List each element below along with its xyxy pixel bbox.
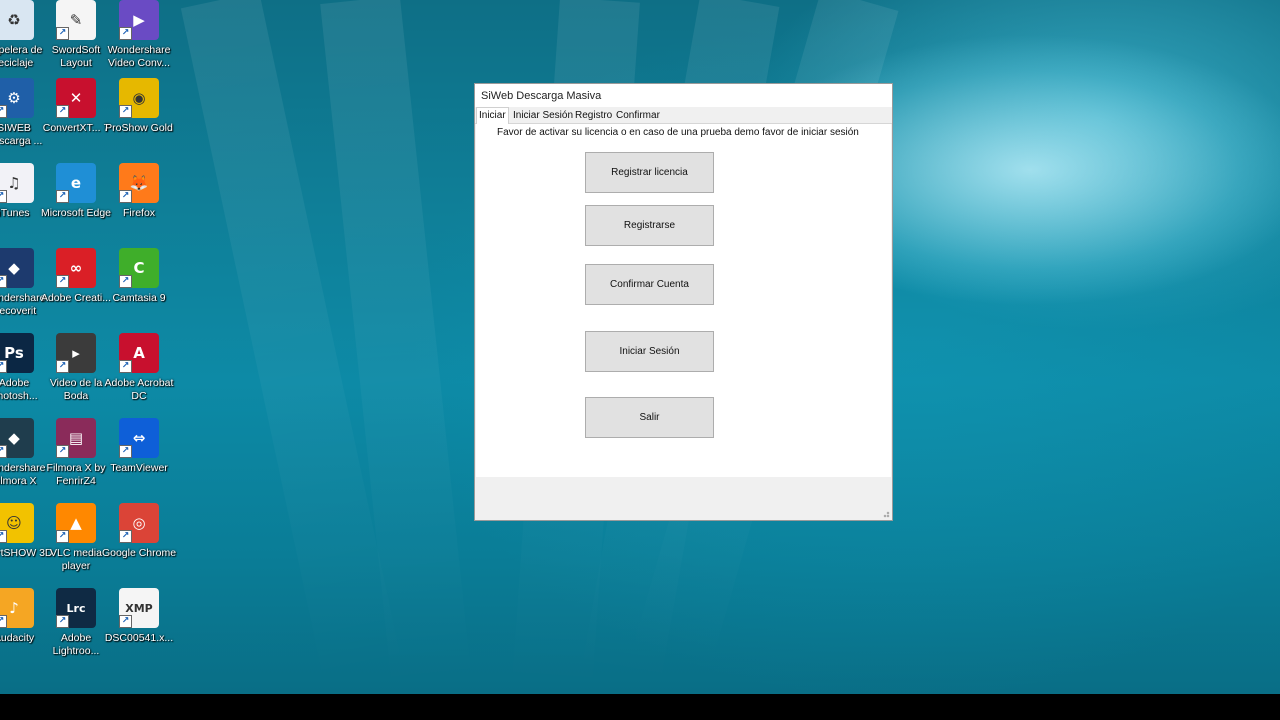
shortcut-arrow-icon: ↗ xyxy=(119,615,132,628)
desktop-icon[interactable]: A ↗ Adobe Acrobat DC xyxy=(100,333,178,402)
shortcut-arrow-icon: ↗ xyxy=(56,445,69,458)
wondershare-filmora-icon: ◆ ↗ xyxy=(0,418,34,458)
shortcut-arrow-icon: ↗ xyxy=(0,275,7,288)
shortcut-arrow-icon: ↗ xyxy=(119,530,132,543)
shortcut-arrow-icon: ↗ xyxy=(119,275,132,288)
recycle-bin-icon: ♻ xyxy=(0,0,34,40)
tab-panel-iniciar: Favor de activar su licencia o en caso d… xyxy=(476,124,891,477)
desktop-icon-label: TeamViewer xyxy=(110,462,168,474)
shortcut-arrow-icon: ↗ xyxy=(56,190,69,203)
desktop-icon[interactable]: ◉ ↗ ProShow Gold xyxy=(100,78,178,135)
winrar-archive-icon: ▤ ↗ xyxy=(56,418,96,458)
desktop-icon[interactable]: ▶ ↗ Wondershare Video Conv... xyxy=(100,0,178,69)
vlc-icon: ▲ ↗ xyxy=(56,503,96,543)
wondershare-video-converter-icon: ▶ ↗ xyxy=(119,0,159,40)
desktop-icon-label: DSC00541.x... xyxy=(104,632,174,644)
desktop-icon-label: Firefox xyxy=(122,207,156,219)
tab-iniciar-sesion[interactable]: Iniciar Sesión xyxy=(511,109,575,123)
registrar-licencia-button[interactable]: Registrar licencia xyxy=(585,152,714,193)
desktop-icon[interactable]: 🦊 ↗ Firefox xyxy=(100,163,178,220)
shortcut-arrow-icon: ↗ xyxy=(0,530,7,543)
itunes-icon: ♫ ↗ xyxy=(0,163,34,203)
adobe-photoshop-icon: Ps ↗ xyxy=(0,333,34,373)
proshow-gold-icon: ◉ ↗ xyxy=(119,78,159,118)
siweb-window: SiWeb Descarga Masiva Iniciar Iniciar Se… xyxy=(474,83,893,521)
adobe-creative-cloud-icon: ∞ ↗ xyxy=(56,248,96,288)
teamviewer-icon: ⇔ ↗ xyxy=(119,418,159,458)
shortcut-arrow-icon: ↗ xyxy=(119,105,132,118)
tab-registro[interactable]: Registro xyxy=(573,109,614,123)
window-titlebar[interactable]: SiWeb Descarga Masiva xyxy=(475,84,892,107)
desktop-icon[interactable]: ⇔ ↗ TeamViewer xyxy=(100,418,178,475)
shortcut-arrow-icon: ↗ xyxy=(0,615,7,628)
microsoft-edge-icon: e ↗ xyxy=(56,163,96,203)
resize-grip[interactable] xyxy=(882,510,890,518)
xmp-file-icon: XMP ↗ xyxy=(119,588,159,628)
audacity-icon: ♪ ↗ xyxy=(0,588,34,628)
desktop-icon-label: Camtasia 9 xyxy=(112,292,166,304)
window-title: SiWeb Descarga Masiva xyxy=(481,89,602,102)
adobe-acrobat-icon: A ↗ xyxy=(119,333,159,373)
desktop-icon[interactable]: ◎ ↗ Google Chrome xyxy=(100,503,178,560)
smartshow-3d-icon: ☺ ↗ xyxy=(0,503,34,543)
desktop-icon-label: Wondershare Video Conv... xyxy=(107,44,171,69)
desktop-icon-label: Google Chrome xyxy=(101,547,177,559)
wondershare-recoverit-icon: ◆ ↗ xyxy=(0,248,34,288)
video-file-icon: ▸ ↗ xyxy=(56,333,96,373)
shortcut-arrow-icon: ↗ xyxy=(0,445,7,458)
info-text: Favor de activar su licencia o en caso d… xyxy=(497,127,859,138)
desktop-icon[interactable]: XMP ↗ DSC00541.x... xyxy=(100,588,178,645)
desktop-icon-label: Adobe Acrobat DC xyxy=(104,377,174,402)
convertxtodvd-icon: ✕ ↗ xyxy=(56,78,96,118)
shortcut-arrow-icon: ↗ xyxy=(0,105,7,118)
shortcut-arrow-icon: ↗ xyxy=(119,27,132,40)
shortcut-arrow-icon: ↗ xyxy=(56,615,69,628)
tab-iniciar[interactable]: Iniciar xyxy=(476,107,509,124)
shortcut-arrow-icon: ↗ xyxy=(56,27,69,40)
shortcut-arrow-icon: ↗ xyxy=(119,190,132,203)
confirmar-cuenta-button[interactable]: Confirmar Cuenta xyxy=(585,264,714,305)
iniciar-sesion-button[interactable]: Iniciar Sesión xyxy=(585,331,714,372)
shortcut-arrow-icon: ↗ xyxy=(119,445,132,458)
shortcut-arrow-icon: ↗ xyxy=(0,190,7,203)
shortcut-arrow-icon: ↗ xyxy=(56,530,69,543)
tab-strip: Iniciar Iniciar Sesión Registro Confirma… xyxy=(475,107,892,124)
shortcut-arrow-icon: ↗ xyxy=(56,275,69,288)
shortcut-arrow-icon: ↗ xyxy=(56,360,69,373)
tab-confirmar[interactable]: Confirmar xyxy=(614,109,662,123)
shortcut-arrow-icon: ↗ xyxy=(119,360,132,373)
bottom-black-bar xyxy=(0,694,1280,720)
siweb-descarga-icon: ⚙ ↗ xyxy=(0,78,34,118)
shortcut-arrow-icon: ↗ xyxy=(56,105,69,118)
salir-button[interactable]: Salir xyxy=(585,397,714,438)
desktop-icon[interactable]: C ↗ Camtasia 9 xyxy=(100,248,178,305)
adobe-lightroom-icon: Lrc ↗ xyxy=(56,588,96,628)
firefox-icon: 🦊 ↗ xyxy=(119,163,159,203)
camtasia-icon: C ↗ xyxy=(119,248,159,288)
google-chrome-icon: ◎ ↗ xyxy=(119,503,159,543)
swordsoft-layout-icon: ✎ ↗ xyxy=(56,0,96,40)
registrarse-button[interactable]: Registrarse xyxy=(585,205,714,246)
desktop-icon-label: ProShow Gold xyxy=(105,122,173,134)
shortcut-arrow-icon: ↗ xyxy=(0,360,7,373)
